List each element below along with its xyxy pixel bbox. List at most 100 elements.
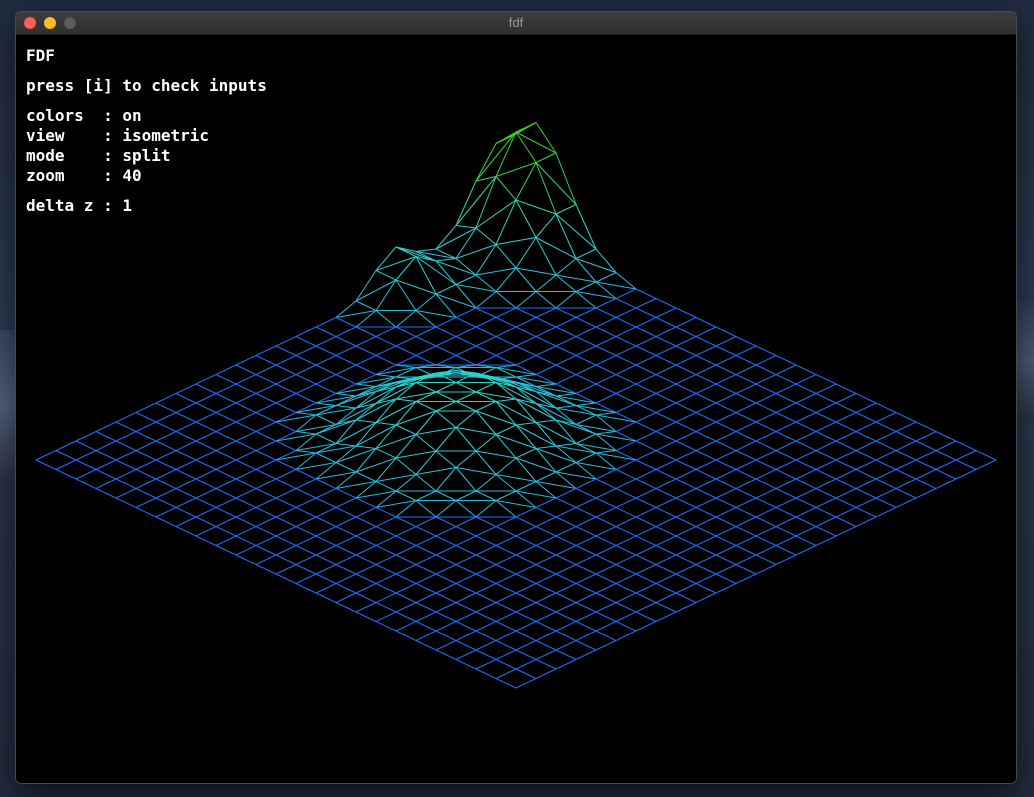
wire-edge xyxy=(615,336,637,347)
wire-edge xyxy=(675,488,697,499)
wire-edge xyxy=(435,225,457,250)
wire-edge xyxy=(715,583,737,594)
wire-edge xyxy=(755,545,777,556)
wire-edge xyxy=(555,317,577,328)
wire-edge xyxy=(515,678,537,689)
wire-edge xyxy=(115,421,137,432)
wire-edge xyxy=(635,374,657,385)
wire-edge xyxy=(735,450,757,461)
wire-edge xyxy=(435,630,457,641)
wire-edge xyxy=(655,298,677,309)
wire-edge xyxy=(755,535,777,546)
wire-edge xyxy=(555,640,577,651)
render-canvas[interactable]: FDF press [i] to check inputs colors : o… xyxy=(16,35,1016,783)
wire-edge xyxy=(835,497,857,508)
wire-edge xyxy=(555,152,577,205)
wire-edge xyxy=(215,402,237,413)
wire-split-edge xyxy=(475,131,517,182)
wire-edge xyxy=(455,659,477,670)
wire-edge xyxy=(675,421,697,432)
wire-edge xyxy=(795,469,817,480)
wire-edge xyxy=(335,583,357,594)
wire-edge xyxy=(575,554,597,565)
wire-edge xyxy=(495,326,517,337)
wire-edge xyxy=(195,374,217,385)
wire-edge xyxy=(595,317,617,328)
wire-edge xyxy=(815,374,837,385)
wire-edge xyxy=(755,507,777,518)
wire-edge xyxy=(475,244,497,276)
wire-edge xyxy=(495,611,517,622)
wire-edge xyxy=(495,424,517,435)
wire-edge xyxy=(475,326,497,337)
wire-edge xyxy=(535,573,557,584)
wire-edge xyxy=(355,383,377,387)
wire-edge xyxy=(655,516,677,527)
wire-edge xyxy=(555,535,577,546)
window-title: fdf xyxy=(508,15,524,30)
wire-edge xyxy=(175,450,197,461)
wire-edge xyxy=(895,478,917,489)
wire-split-edge xyxy=(415,427,457,435)
wire-edge xyxy=(815,431,837,442)
wire-edge xyxy=(575,564,597,575)
wire-edge xyxy=(575,545,597,556)
wire-edge xyxy=(495,398,517,402)
wire-edge xyxy=(75,459,97,470)
wire-edge xyxy=(355,364,377,375)
wire-edge xyxy=(695,402,717,413)
wire-edge xyxy=(155,478,177,489)
wire-edge xyxy=(855,402,877,413)
title-bar[interactable]: fdf xyxy=(16,12,1016,35)
wire-edge xyxy=(275,440,297,451)
wire-edge xyxy=(695,374,717,385)
wire-edge xyxy=(575,364,597,375)
wire-edge xyxy=(895,431,917,442)
wire-edge xyxy=(855,412,877,423)
wire-edge xyxy=(75,440,97,451)
wire-edge xyxy=(455,490,477,501)
wire-edge xyxy=(555,497,577,508)
wire-edge xyxy=(295,564,317,575)
wire-edge xyxy=(195,507,217,518)
wire-edge xyxy=(415,602,437,613)
wire-edge xyxy=(715,374,737,385)
wire-edge xyxy=(435,467,457,492)
wire-edge xyxy=(455,516,477,527)
wire-edge xyxy=(55,459,77,470)
wire-split-edge xyxy=(335,422,377,444)
wire-edge xyxy=(275,516,297,527)
wire-edge xyxy=(315,345,337,356)
wire-edge xyxy=(35,459,57,470)
wire-edge xyxy=(195,383,217,394)
wire-edge xyxy=(415,573,437,584)
wire-edge xyxy=(755,564,777,575)
wire-edge xyxy=(415,526,437,537)
wire-edge xyxy=(675,336,697,347)
wire-edge xyxy=(315,497,337,508)
wire-edge xyxy=(795,412,817,423)
wire-edge xyxy=(315,478,337,489)
wire-edge xyxy=(895,412,917,423)
wire-edge xyxy=(375,535,397,546)
wire-edge xyxy=(175,488,197,499)
wire-edge xyxy=(715,431,737,442)
wire-edge xyxy=(595,630,617,641)
wire-edge xyxy=(755,412,777,423)
wire-edge xyxy=(495,307,517,318)
wire-edge xyxy=(435,345,457,356)
wire-edge xyxy=(795,421,817,432)
wire-edge xyxy=(735,545,757,556)
wire-edge xyxy=(675,412,697,423)
wire-split-edge xyxy=(475,391,517,400)
wire-edge xyxy=(655,478,677,489)
wire-edge xyxy=(595,573,617,584)
wire-edge xyxy=(315,516,337,527)
wire-split-edge xyxy=(275,414,317,423)
wire-edge xyxy=(335,554,357,565)
wire-edge xyxy=(915,440,937,451)
wire-edge xyxy=(315,545,337,556)
wire-edge xyxy=(635,450,657,461)
wire-edge xyxy=(435,573,457,584)
wire-edge xyxy=(635,497,657,508)
